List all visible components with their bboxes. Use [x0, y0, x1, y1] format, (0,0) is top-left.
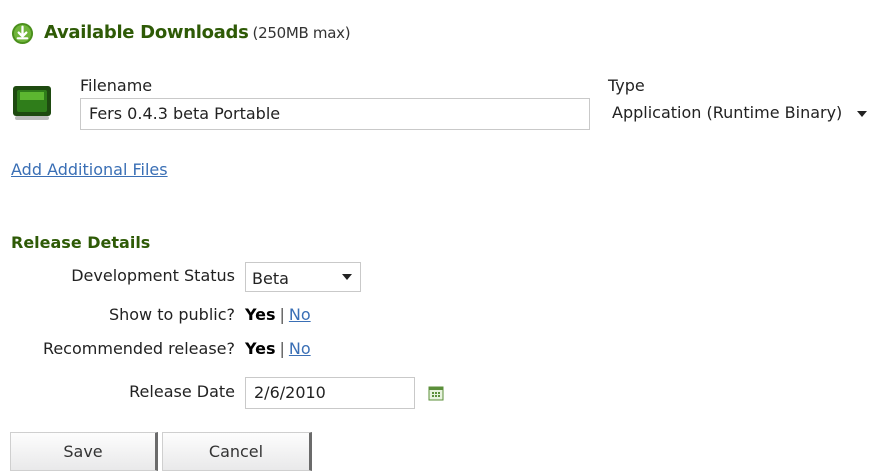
show-public-no[interactable]: No: [289, 305, 311, 324]
cancel-button[interactable]: Cancel: [162, 432, 312, 471]
type-label: Type: [608, 76, 645, 95]
recommended-label: Recommended release?: [42, 339, 235, 358]
download-icon: [11, 22, 34, 45]
release-date-label: Release Date: [129, 382, 235, 401]
type-select-value: Application (Runtime Binary): [612, 103, 843, 122]
page-subtitle: (250MB max): [252, 24, 351, 42]
save-button[interactable]: Save: [10, 432, 158, 471]
page-title-text: Available Downloads: [44, 22, 249, 43]
chevron-down-icon[interactable]: [857, 110, 868, 117]
add-additional-files-link[interactable]: Add Additional Files: [11, 160, 168, 179]
release-date-input[interactable]: 2/6/2010: [245, 377, 415, 409]
option-separator: |: [279, 305, 285, 324]
dev-status-label: Development Status: [71, 266, 235, 285]
recommended-no[interactable]: No: [289, 339, 311, 358]
filename-input[interactable]: Fers 0.4.3 beta Portable: [80, 98, 590, 130]
chevron-down-icon[interactable]: [342, 274, 352, 280]
recommended-yes[interactable]: Yes: [245, 339, 276, 358]
show-public-label: Show to public?: [108, 305, 235, 324]
show-public-yes[interactable]: Yes: [245, 305, 276, 324]
package-icon: [13, 86, 51, 120]
calendar-icon[interactable]: [428, 385, 444, 401]
filename-label: Filename: [80, 76, 153, 95]
page-title: Available Downloads (250MB max): [44, 22, 351, 43]
show-public-options: Yes | No: [245, 305, 311, 324]
section-title: Release Details: [11, 233, 151, 252]
dev-status-value: Beta: [252, 269, 289, 288]
option-separator: |: [279, 339, 285, 358]
type-select[interactable]: Application (Runtime Binary): [612, 103, 868, 122]
dev-status-select[interactable]: Beta: [245, 262, 361, 292]
recommended-options: Yes | No: [245, 339, 311, 358]
